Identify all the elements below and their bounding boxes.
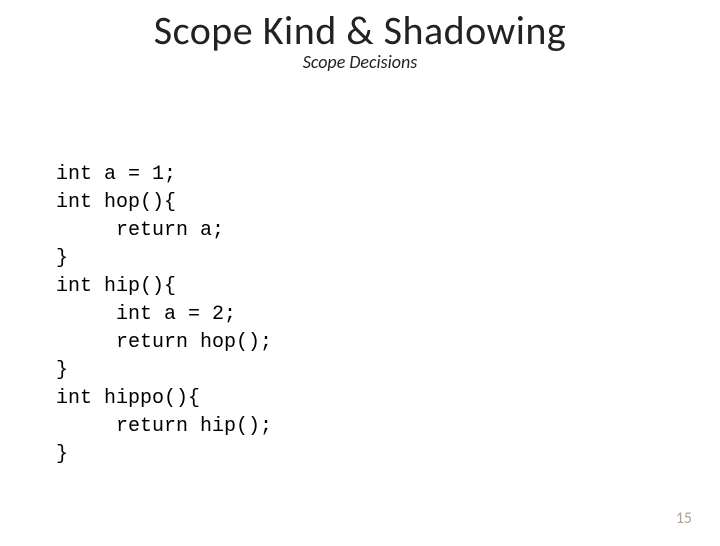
code-line: int hippo(){ bbox=[56, 387, 200, 410]
code-line: int hop(){ bbox=[56, 191, 176, 214]
page-number: 15 bbox=[676, 509, 692, 528]
code-example: int a = 1; int hop(){ return a; } int hi… bbox=[56, 133, 720, 469]
code-line: int a = 2; bbox=[56, 303, 236, 326]
code-line: return hop(); bbox=[56, 331, 272, 354]
code-line: int hip(){ bbox=[56, 275, 176, 298]
slide-title: Scope Kind & Shadowing bbox=[0, 6, 720, 55]
slide-subtitle: Scope Decisions bbox=[0, 51, 720, 73]
code-line: return hip(); bbox=[56, 415, 272, 438]
code-line: } bbox=[56, 359, 68, 382]
code-line: } bbox=[56, 443, 68, 466]
code-line: } bbox=[56, 247, 68, 270]
code-line: int a = 1; bbox=[56, 163, 176, 186]
code-line: return a; bbox=[56, 219, 224, 242]
